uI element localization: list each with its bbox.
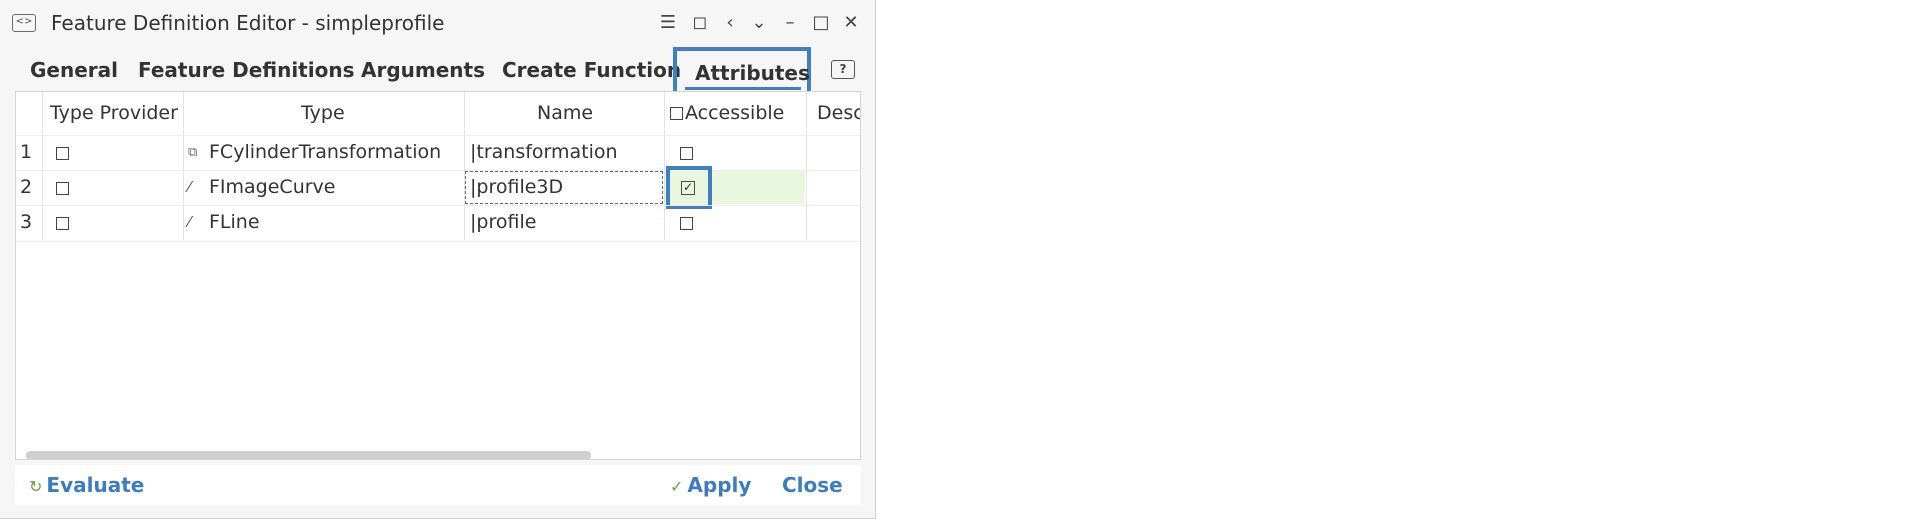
title-bar: <> Feature Definition Editor - simplepro… [0,0,876,46]
window-title: Feature Definition Editor - simpleprofil… [51,11,445,35]
tab-feature-definitions[interactable]: Feature Definitions [138,58,354,82]
table-row[interactable]: 1 ⧉ FCylinderTransformation |transformat… [16,135,860,171]
maximize-icon[interactable]: □ [808,10,834,36]
name-cell-focused[interactable]: |profile3D [465,171,663,204]
name-cell[interactable]: |profile3D [470,176,563,198]
accessible-checkbox[interactable] [680,147,693,160]
select-all-accessible-checkbox[interactable] [670,107,683,120]
active-tab-underline [685,87,801,90]
column-header-description[interactable]: Desc [817,102,860,124]
help-icon[interactable]: ? [831,60,855,79]
type-cell[interactable]: FImageCurve [209,176,336,198]
column-header-accessible[interactable]: Accessible [685,102,784,124]
type-provider-checkbox[interactable] [56,182,69,195]
table-row[interactable]: 3 ⁄ FLine |profile [16,205,860,242]
name-cell[interactable]: |profile [470,211,536,233]
evaluate-button[interactable]: ↻ Evaluate [29,473,144,497]
type-provider-checkbox[interactable] [56,217,69,230]
curve-icon: ⁄ [188,178,191,196]
accessible-checkbox[interactable] [680,217,693,230]
horizontal-scrollbar[interactable] [26,451,591,459]
chevron-left-icon[interactable]: ‹ [717,10,743,36]
feature-definition-editor-window: <> Feature Definition Editor - simplepro… [0,0,876,519]
row-number: 3 [20,211,33,233]
tab-arguments[interactable]: Arguments [361,58,485,82]
transformation-icon: ⧉ [188,145,198,160]
code-window-icon: <> [12,14,36,32]
tab-create-function[interactable]: Create Function [502,58,681,82]
column-header-name[interactable]: Name [537,102,593,124]
column-header-type-provider[interactable]: Type Provider [50,102,178,124]
name-cell[interactable]: |transformation [470,141,618,163]
check-circle-icon: ✓ [670,477,684,496]
accessible-checkbox-checked[interactable]: ✓ [681,181,695,195]
close-icon[interactable]: ✕ [838,10,864,36]
refresh-icon: ↻ [29,477,43,496]
minimize-icon[interactable]: – [777,10,803,36]
tab-bar: General Feature Definitions Arguments Cr… [0,47,876,99]
column-header-type[interactable]: Type [301,102,345,124]
line-icon: ⁄ [188,213,191,231]
align-top-icon[interactable]: ☰ [655,10,681,36]
footer-bar: ↻ Evaluate ✓ Apply Close [15,465,861,505]
chevron-down-icon[interactable]: ⌄ [746,10,772,36]
table-row[interactable]: 2 ⁄ FImageCurve |profile3D ✓ [16,166,860,209]
row-number: 2 [20,176,33,198]
type-cell[interactable]: FLine [209,211,260,233]
close-button[interactable]: Close [782,473,843,497]
type-provider-checkbox[interactable] [56,147,69,160]
attributes-table: Type Provider Type Name Accessible Desc … [15,91,861,460]
tab-general[interactable]: General [30,58,118,82]
tab-attributes-label: Attributes [695,61,810,85]
row-number: 1 [20,141,33,163]
type-cell[interactable]: FCylinderTransformation [209,141,441,163]
evaluate-label: Evaluate [46,473,145,497]
apply-button[interactable]: ✓ Apply [670,473,751,497]
restore-icon[interactable]: ◻ [687,10,713,36]
apply-label: Apply [687,473,752,497]
accessible-checkbox-focus-box[interactable]: ✓ [666,166,712,209]
